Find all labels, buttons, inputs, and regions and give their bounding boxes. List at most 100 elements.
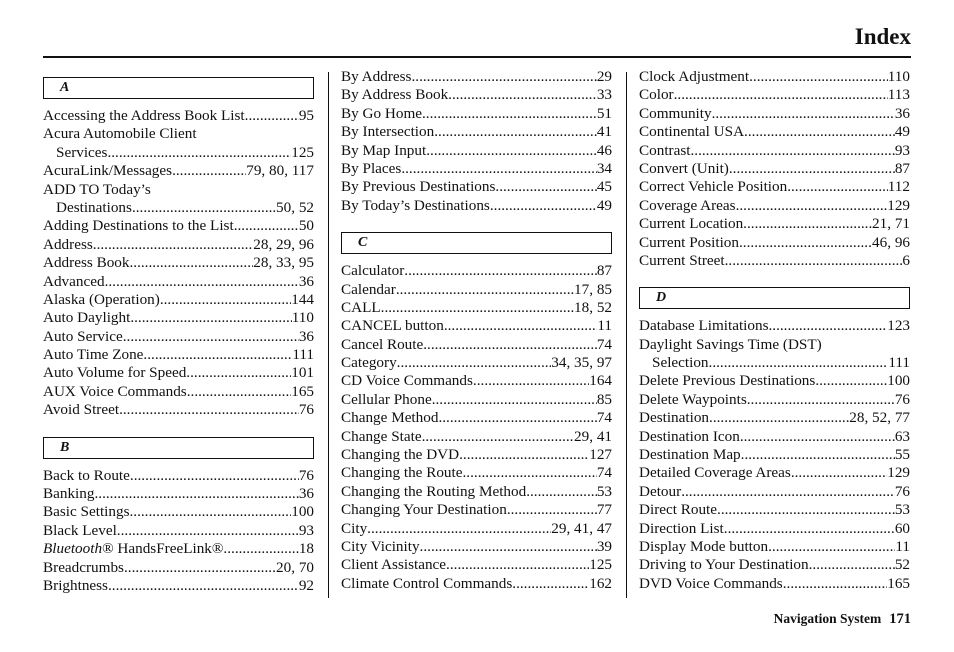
index-entry-line: Continental USA ........................… [639, 123, 910, 141]
index-entry-line: Address ................................… [43, 236, 314, 254]
entry-pages: 49 [894, 123, 910, 141]
index-entry-line: Changing the Route......................… [341, 464, 612, 482]
index-entry: Clock Adjustment .......................… [639, 68, 910, 86]
index-entry: Correct Vehicle Position ...............… [639, 178, 910, 196]
entry-pages: 93 [894, 141, 910, 159]
entry-pages: 113 [887, 86, 910, 104]
dot-leader: ........................................… [421, 427, 574, 445]
entry-term: CD Voice Commands [341, 372, 473, 390]
dot-leader: ........................................… [404, 262, 597, 280]
entry-pages: 46 [596, 141, 612, 159]
entry-term: Delete Waypoints [639, 391, 747, 409]
entry-pages: 11 [597, 317, 612, 335]
entry-pages: 125 [589, 556, 612, 574]
entry-term: Bluetooth® HandsFreeLink® [43, 540, 223, 558]
dot-leader: ........................................… [673, 86, 888, 104]
entry-term: City Vicinity [341, 538, 420, 556]
index-entry-line: Cellular Phone .........................… [341, 391, 612, 409]
entry-term-text: Detour [639, 482, 682, 500]
entry-term: Database Limitations [639, 317, 768, 335]
entry-term-text: Color [639, 86, 674, 104]
index-entry: By Address Book ........................… [341, 86, 612, 104]
entry-term: Changing the DVD [341, 446, 459, 464]
entry-pages: 101 [291, 364, 314, 382]
dot-leader: ........................................… [426, 141, 597, 159]
entry-term-text: Delete Waypoints [639, 390, 747, 408]
dot-leader: ........................................… [172, 162, 246, 180]
entry-term: Detour [639, 483, 681, 501]
entry-term-text: Contrast [639, 141, 691, 159]
index-entry: Back to Route ..........................… [43, 467, 314, 485]
dot-leader: ........................................… [723, 519, 895, 537]
index-entry-line: By Go Home..............................… [341, 105, 612, 123]
dot-leader: ........................................… [746, 390, 895, 408]
entry-term-text: Direct Route [639, 501, 718, 519]
index-entry: Client Assistance.......................… [341, 556, 612, 574]
entry-term-text: Avoid Street [43, 401, 120, 419]
index-entry: Current Location .......................… [639, 215, 910, 233]
dot-leader: ........................................… [506, 501, 597, 519]
index-entry-line: Destination ............................… [639, 409, 910, 427]
index-entry: By Places...............................… [341, 160, 612, 178]
entry-term: By Map Input [341, 142, 426, 160]
entry-term-text: Changing Your Destination [341, 501, 507, 519]
entry-term: By Intersection [341, 123, 434, 141]
entry-pages: 41 [596, 123, 612, 141]
dot-leader: ........................................… [130, 309, 291, 327]
section-header-d: D [639, 287, 910, 310]
dot-leader: ........................................… [459, 446, 589, 464]
section-header-a: A [43, 77, 314, 99]
entry-term: Cancel Route [341, 336, 423, 354]
index-entry: Delete Previous Destinations............… [639, 372, 910, 390]
index-entry-line: Brightness .............................… [43, 577, 314, 595]
entry-term-text: CANCEL button [341, 317, 444, 335]
index-entry: DVD Voice Commands .....................… [639, 575, 910, 593]
entry-term: Display Mode button [639, 538, 768, 556]
index-entry: Display Mode button ....................… [639, 538, 910, 556]
dot-leader: ........................................… [681, 482, 895, 500]
index-entry: Contrast................................… [639, 142, 910, 160]
index-entry-line: Auto Volume for Speed ..................… [43, 364, 314, 382]
dot-leader: ........................................… [744, 123, 895, 141]
dot-leader: ........................................… [735, 196, 888, 214]
entry-term: Alaska (Operation) [43, 291, 160, 309]
index-entry: Cellular Phone .........................… [341, 391, 612, 409]
entry-term-text: Continental USA [639, 123, 745, 141]
entry-term-text: Auto Service [43, 327, 123, 345]
index-entry-line: Alaska (Operation)......................… [43, 291, 314, 309]
index-entry-line: Delete Waypoints........................… [639, 391, 910, 409]
dot-leader: ........................................… [129, 466, 299, 484]
entry-pages: 76 [894, 390, 910, 408]
entry-term: Calculator [341, 262, 404, 280]
entry-pages: 79, 80, 117 [246, 162, 314, 180]
dot-leader: ........................................… [107, 576, 299, 594]
index-entry: Destination Map.........................… [639, 446, 910, 464]
dot-leader: ........................................… [690, 141, 895, 159]
index-entry-line: Driving to Your Destination.............… [639, 556, 910, 574]
entry-pages: 18 [298, 540, 314, 558]
entry-term: Changing the Route [341, 464, 463, 482]
index-entry: Auto Time Zone..........................… [43, 346, 314, 364]
index-entry-line: By Previous Destinations ...............… [341, 178, 612, 196]
entry-term: Coverage Areas [639, 197, 736, 215]
entry-term: Adding Destinations to the List [43, 217, 234, 235]
entry-pages: 55 [894, 446, 910, 464]
index-entry-line: Banking.................................… [43, 485, 314, 503]
index-entry-line: Direct Route ...........................… [639, 501, 910, 519]
entry-pages: 111 [888, 354, 910, 372]
index-entry-line: AcuraLink/Messages......................… [43, 162, 314, 180]
index-entry: Changing the Routing Method ............… [341, 483, 612, 501]
entry-term: Category [341, 354, 397, 372]
index-entry: Accessing the Address Book List ........… [43, 107, 314, 125]
index-entry-line: Color...................................… [639, 86, 910, 104]
entry-pages: 28, 52, 77 [849, 409, 910, 427]
entry-term: Community [639, 105, 712, 123]
index-page: Index A Accessing the Address Book List .… [0, 0, 954, 652]
entry-pages: 162 [589, 574, 612, 592]
index-entry: Changing Your Destination...............… [341, 501, 612, 519]
index-entry-line: Community...............................… [639, 105, 910, 123]
entry-pages: 18, 52 [574, 298, 612, 316]
entry-term: Current Location [639, 215, 743, 233]
entry-term: Delete Previous Destinations [639, 372, 815, 390]
index-entry-line: Services................................… [43, 144, 314, 162]
